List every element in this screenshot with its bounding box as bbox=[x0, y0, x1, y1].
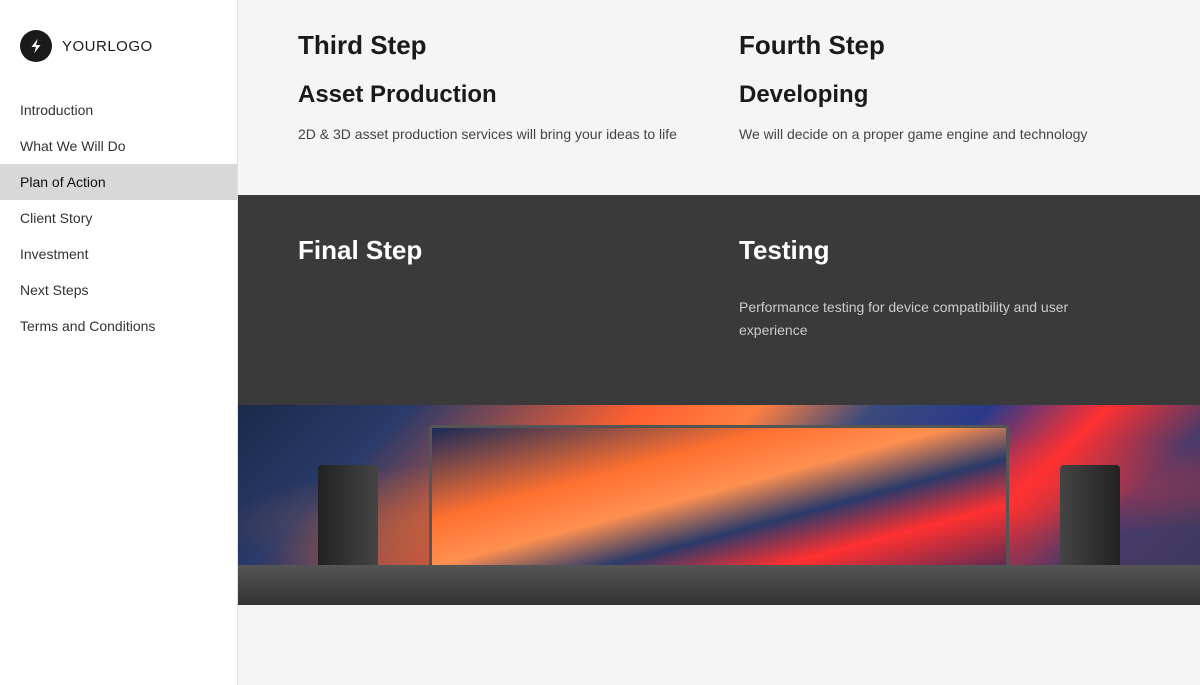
logo-area: YOURLOGO bbox=[0, 20, 237, 92]
third-step-column: Third Step Asset Production 2D & 3D asse… bbox=[298, 30, 699, 145]
sidebar-item-client-story[interactable]: Client Story bbox=[0, 200, 237, 236]
sidebar-item-investment[interactable]: Investment bbox=[0, 236, 237, 272]
logo-light: LOGO bbox=[107, 38, 152, 55]
third-step-desc: 2D & 3D asset production services will b… bbox=[298, 123, 699, 145]
logo-bold: YOUR bbox=[62, 38, 107, 55]
testing-step-desc: Performance testing for device compatibi… bbox=[739, 296, 1140, 341]
main-content: Third Step Asset Production 2D & 3D asse… bbox=[238, 0, 1200, 685]
image-section bbox=[238, 405, 1200, 605]
desk-surface bbox=[238, 565, 1200, 605]
third-step-title: Asset Production bbox=[298, 81, 699, 109]
sidebar-item-plan-of-action[interactable]: Plan of Action bbox=[0, 164, 237, 200]
fourth-step-column: Fourth Step Developing We will decide on… bbox=[739, 30, 1140, 145]
sidebar: YOURLOGO Introduction What We Will Do Pl… bbox=[0, 0, 238, 685]
third-step-label: Third Step bbox=[298, 30, 699, 61]
nav-list: Introduction What We Will Do Plan of Act… bbox=[0, 92, 237, 344]
fourth-step-title: Developing bbox=[739, 81, 1140, 109]
final-step-label: Final Step bbox=[298, 235, 699, 266]
monitor-shape bbox=[429, 425, 1009, 585]
sidebar-item-terms-and-conditions[interactable]: Terms and Conditions bbox=[0, 308, 237, 344]
dark-section: Final Step Testing Performance testing f… bbox=[238, 195, 1200, 405]
final-step-column: Final Step bbox=[298, 235, 699, 355]
fourth-step-label: Fourth Step bbox=[739, 30, 1140, 61]
lightning-icon bbox=[27, 37, 45, 55]
logo-text: YOURLOGO bbox=[62, 38, 153, 55]
sidebar-item-next-steps[interactable]: Next Steps bbox=[0, 272, 237, 308]
fourth-step-desc: We will decide on a proper game engine a… bbox=[739, 123, 1140, 145]
sidebar-item-what-we-will-do[interactable]: What We Will Do bbox=[0, 128, 237, 164]
testing-step-column: Testing Performance testing for device c… bbox=[739, 235, 1140, 355]
testing-step-label: Testing bbox=[739, 235, 1140, 266]
light-section: Third Step Asset Production 2D & 3D asse… bbox=[238, 0, 1200, 195]
sidebar-item-introduction[interactable]: Introduction bbox=[0, 92, 237, 128]
logo-icon bbox=[20, 30, 52, 62]
